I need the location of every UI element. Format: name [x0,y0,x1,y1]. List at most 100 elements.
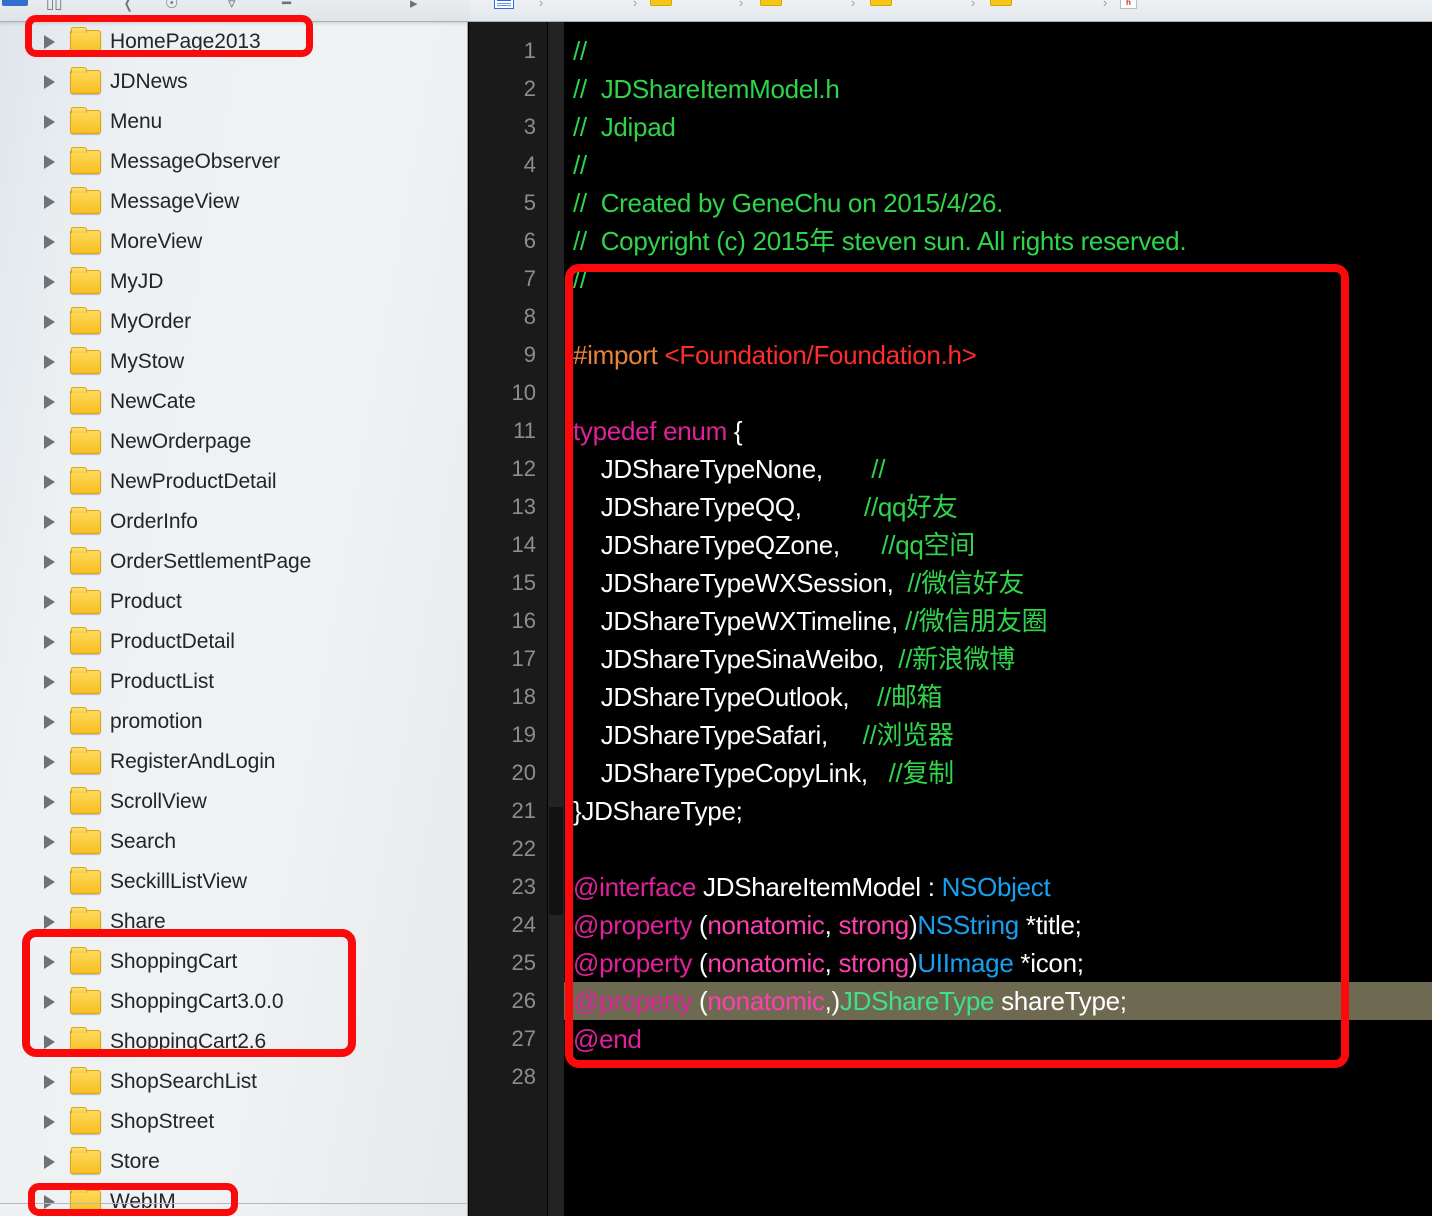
code-text-area[interactable]: // // JDShareItemModel.h // Jdipad // // Cre… [564,22,1432,1216]
disclosure-triangle-icon[interactable] [44,1075,55,1089]
disclosure-triangle-icon[interactable] [44,275,55,289]
sidebar-item-registerandlogin[interactable]: RegisterAndLogin [0,742,467,782]
breadcrumb-item-6[interactable]: h [1120,0,1137,14]
sidebar-item-mystow[interactable]: MyStow [0,342,467,382]
disclosure-triangle-icon[interactable] [44,395,55,409]
disclosure-triangle-icon[interactable] [44,835,55,849]
code-line[interactable]: // JDShareItemModel.h [573,70,840,108]
sidebar-item-shopstreet[interactable]: ShopStreet [0,1102,467,1142]
breadcrumb-item-0[interactable] [494,0,514,14]
disclosure-triangle-icon[interactable] [44,515,55,529]
code-line[interactable]: #import <Foundation/Foundation.h> [573,336,977,374]
disclosure-triangle-icon[interactable] [44,875,55,889]
disclosure-triangle-icon[interactable] [44,715,55,729]
sidebar-item-search[interactable]: Search [0,822,467,862]
breadcrumb-item-5[interactable] [990,0,1012,14]
sidebar-item-neworderpage[interactable]: NewOrderpage [0,422,467,462]
disclosure-triangle-icon[interactable] [44,195,55,209]
disclosure-triangle-icon[interactable] [44,1035,55,1049]
sidebar-item-promotion[interactable]: promotion [0,702,467,742]
sidebar-item-newproductdetail[interactable]: NewProductDetail [0,462,467,502]
sidebar-item-messageview[interactable]: MessageView [0,182,467,222]
warning-triangle-icon[interactable]: ▿ [228,0,236,15]
disclosure-triangle-icon[interactable] [44,595,55,609]
sidebar-item-ordersettlementpage[interactable]: OrderSettlementPage [0,542,467,582]
sidebar-item-myjd[interactable]: MyJD [0,262,467,302]
play-triangle-icon[interactable]: ▸ [410,0,418,15]
code-line[interactable]: @property (nonatomic, strong)UIImage *ic… [573,944,1084,982]
navigator-toolbar[interactable]: ▯▯ ❬ ☉ ▿ ━ ▸ [0,0,468,21]
code-line[interactable]: JDShareTypeWXSession, //微信好友 [573,564,1025,602]
disclosure-triangle-icon[interactable] [44,955,55,969]
sidebar-item-webim[interactable]: WebIM [0,1182,467,1216]
sidebar-item-orderinfo[interactable]: OrderInfo [0,502,467,542]
breadcrumb-item-4[interactable] [870,0,892,14]
sidebar-item-jdnews[interactable]: JDNews [0,62,467,102]
sidebar-item-product[interactable]: Product [0,582,467,622]
code-line[interactable]: JDShareTypeSinaWeibo, //新浪微博 [573,640,1016,678]
code-line[interactable]: @property (nonatomic, strong)NSString *t… [573,906,1082,944]
cloud-icon[interactable]: ☉ [165,0,178,15]
sidebar-item-homepage2013[interactable]: HomePage2013 [0,22,467,62]
code-line[interactable]: JDShareTypeQZone, //qq空间 [573,526,976,564]
disclosure-triangle-icon[interactable] [44,75,55,89]
sidebar-item-shoppingcart3-0-0[interactable]: ShoppingCart3.0.0 [0,982,467,1022]
sidebar-item-productlist[interactable]: ProductList [0,662,467,702]
sidebar-item-store[interactable]: Store [0,1142,467,1182]
code-line[interactable]: // [573,146,587,184]
sidebar-item-newcate[interactable]: NewCate [0,382,467,422]
disclosure-triangle-icon[interactable] [44,435,55,449]
code-line[interactable]: // Copyright (c) 2015年 steven sun. All r… [573,222,1187,260]
minus-icon[interactable]: ━ [282,0,291,15]
disclosure-triangle-icon[interactable] [44,155,55,169]
code-line[interactable]: JDShareTypeWXTimeline, //微信朋友圈 [573,602,1048,640]
sidebar-item-seckilllistview[interactable]: SeckillListView [0,862,467,902]
disclosure-triangle-icon[interactable] [44,635,55,649]
disclosure-triangle-icon[interactable] [44,115,55,129]
code-line[interactable]: }JDShareType; [573,792,743,830]
sidebar-item-share[interactable]: Share [0,902,467,942]
sidebar-item-messageobserver[interactable]: MessageObserver [0,142,467,182]
disclosure-triangle-icon[interactable] [44,235,55,249]
back-chevron-icon[interactable]: ❬ [122,0,135,15]
disclosure-triangle-icon[interactable] [44,475,55,489]
sidebar-item-menu[interactable]: Menu [0,102,467,142]
source-editor[interactable]: 1 2 3 4 5 6 7 8 9 10 11 12 13 14 15 16 17 18 19 20 21 22 23 24 2… [469,22,1432,1216]
disclosure-triangle-icon[interactable] [44,795,55,809]
sidebar-item-moreview[interactable]: MoreView [0,222,467,262]
disclosure-triangle-icon[interactable] [44,915,55,929]
sidebar-item-myorder[interactable]: MyOrder [0,302,467,342]
sidebar-item-shopsearchlist[interactable]: ShopSearchList [0,1062,467,1102]
disclosure-triangle-icon[interactable] [44,355,55,369]
breadcrumb-item-1[interactable] [592,0,598,14]
code-line[interactable]: @interface JDShareItemModel : NSObject [573,868,1051,906]
code-line[interactable]: JDShareTypeQQ, //qq好友 [573,488,958,526]
disclosure-triangle-icon[interactable] [44,1115,55,1129]
code-line[interactable]: // [573,260,587,298]
code-line[interactable]: JDShareTypeNone, // [573,450,886,488]
breadcrumb[interactable]: › › › › › › h [470,0,1432,21]
code-line[interactable]: @property (nonatomic,)JDShareType shareT… [573,982,1127,1020]
code-line[interactable]: JDShareTypeCopyLink, //复制 [573,754,954,792]
disclosure-triangle-icon[interactable] [44,995,55,1009]
focus-ribbon[interactable] [548,22,564,1216]
disclosure-triangle-icon[interactable] [44,675,55,689]
code-line[interactable]: // Jdipad [573,108,676,146]
sidebar-item-shoppingcart[interactable]: ShoppingCart [0,942,467,982]
sidebar-item-scrollview[interactable]: ScrollView [0,782,467,822]
sidebar-item-shoppingcart2-6[interactable]: ShoppingCart2.6 [0,1022,467,1062]
disclosure-triangle-icon[interactable] [44,755,55,769]
focus-ribbon-thumb[interactable] [549,807,563,915]
breadcrumb-item-2[interactable] [650,0,672,14]
project-navigator-sidebar[interactable]: HomePage2013 JDNews Menu MessageObserver Mes… [0,22,468,1216]
disclosure-triangle-icon[interactable] [44,315,55,329]
code-line[interactable]: // [573,32,587,70]
disclosure-triangle-icon[interactable] [44,1155,55,1169]
code-line[interactable]: // Created by GeneChu on 2015/4/26. [573,184,1003,222]
sidebar-item-productdetail[interactable]: ProductDetail [0,622,467,662]
disclosure-triangle-icon[interactable] [44,1195,55,1209]
grid-icon[interactable]: ▯▯ [46,0,63,15]
navigator-tab-selected-indicator[interactable] [2,0,28,6]
code-line[interactable]: JDShareTypeSafari, //浏览器 [573,716,954,754]
code-line[interactable]: @end [573,1020,642,1058]
